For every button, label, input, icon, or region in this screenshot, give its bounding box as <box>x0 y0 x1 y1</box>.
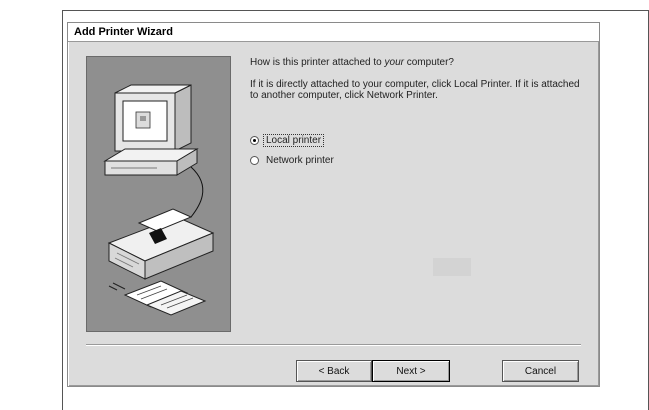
wizard-illustration <box>86 56 231 332</box>
back-button[interactable]: < Back <box>296 360 372 382</box>
network-printer-label[interactable]: Network printer <box>264 155 336 166</box>
window-title: Add Printer Wizard <box>74 26 173 38</box>
question-suffix: computer? <box>403 57 454 68</box>
cancel-button[interactable]: Cancel <box>502 360 579 382</box>
instructions-text: If it is directly attached to your compu… <box>250 79 580 101</box>
page-frame-left <box>62 10 63 410</box>
network-printer-option[interactable]: Network printer <box>250 153 336 167</box>
add-printer-wizard-dialog: Add Printer Wizard How is this printer a… <box>67 22 600 387</box>
local-printer-radio[interactable] <box>250 135 259 145</box>
computer-printer-illustration-icon <box>103 84 215 316</box>
next-button[interactable]: Next > <box>372 360 450 382</box>
local-printer-label[interactable]: Local printer <box>262 133 325 147</box>
question-prefix: How is this printer attached to <box>250 57 385 68</box>
page-frame-top <box>62 10 649 11</box>
question-text: How is this printer attached to your com… <box>250 57 454 68</box>
question-emphasis: your <box>384 57 404 68</box>
network-printer-radio[interactable] <box>250 155 259 165</box>
title-bar[interactable]: Add Printer Wizard <box>68 23 599 42</box>
button-separator <box>86 344 581 346</box>
local-printer-option[interactable]: Local printer <box>250 133 325 147</box>
faint-background-mark <box>433 258 471 276</box>
